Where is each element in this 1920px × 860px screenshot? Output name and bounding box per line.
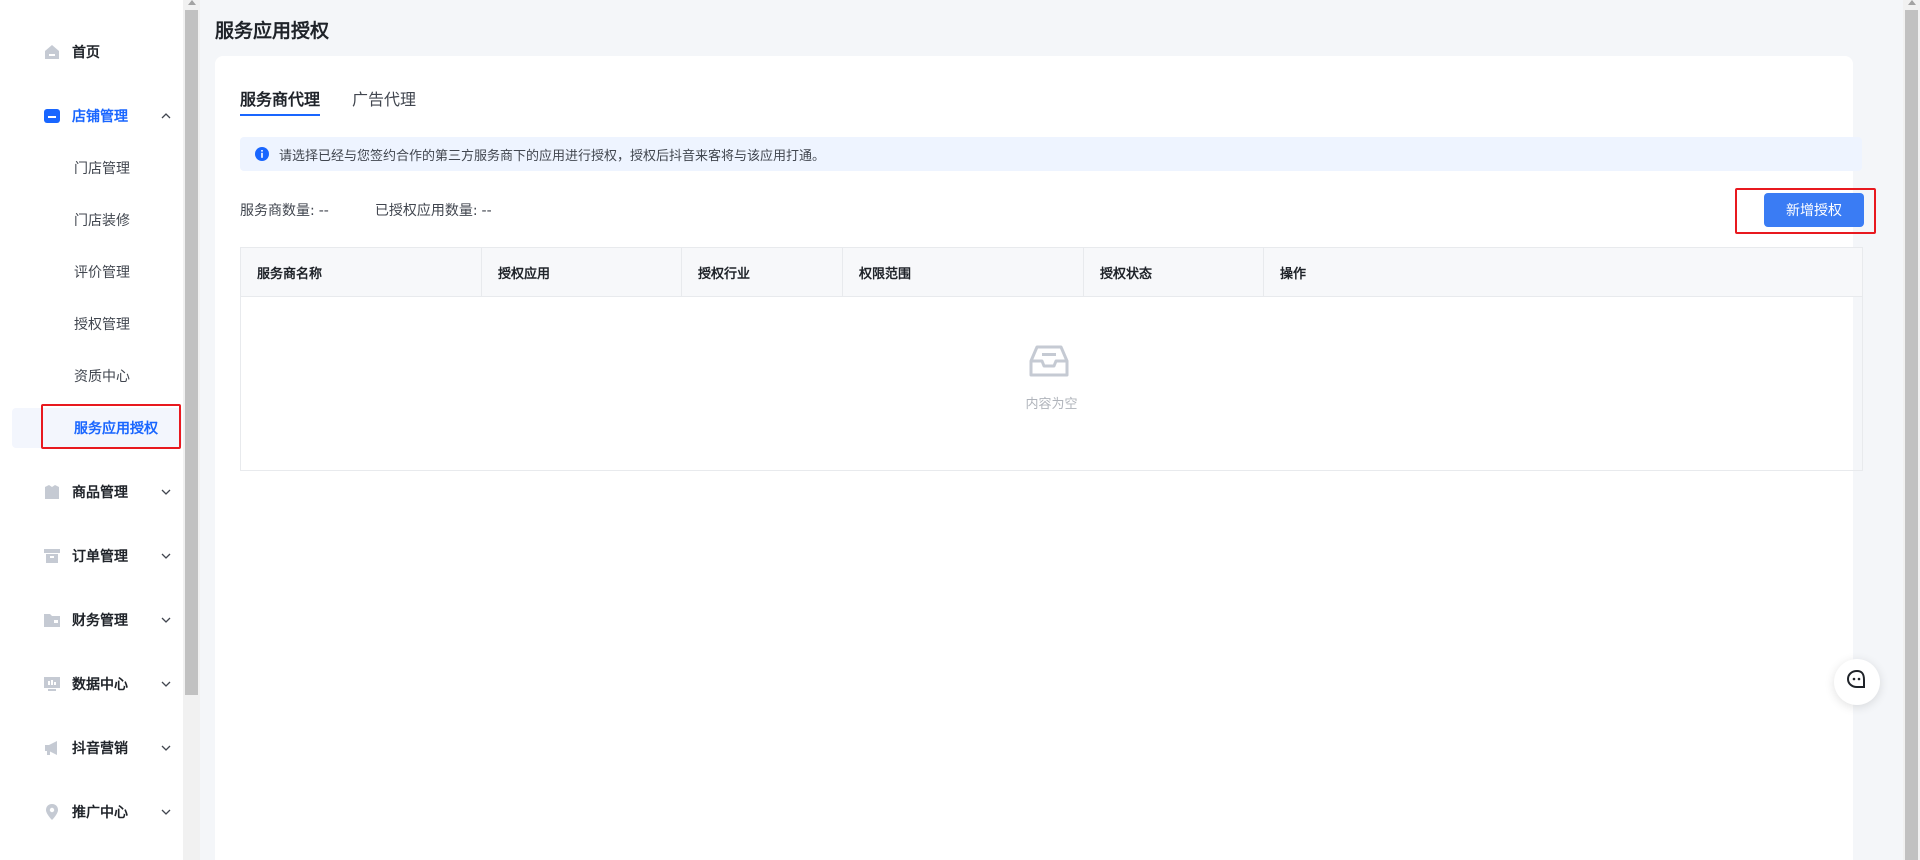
column-header-actions: 操作 bbox=[1280, 266, 1307, 282]
location-icon bbox=[42, 802, 62, 822]
chevron-down-icon bbox=[158, 612, 174, 628]
highlight-box-sidebar bbox=[41, 404, 181, 449]
table-empty-state: 内容为空 bbox=[241, 297, 1862, 471]
data-icon bbox=[42, 674, 62, 694]
stats-row: 服务商数量: -- 已授权应用数量: -- bbox=[240, 200, 538, 220]
table-header: 服务商名称 授权应用 授权行业 权限范围 授权状态 操作 bbox=[241, 248, 1862, 297]
authorized-app-count-value: -- bbox=[481, 203, 492, 219]
column-header-provider-name: 服务商名称 bbox=[241, 248, 482, 296]
tab-service-provider-agent[interactable]: 服务商代理 bbox=[240, 86, 321, 116]
megaphone-icon bbox=[42, 738, 62, 758]
tab-ad-agent[interactable]: 广告代理 bbox=[352, 86, 416, 116]
sidebar-item-goods-management[interactable]: 商品管理 bbox=[12, 472, 182, 512]
highlight-box-add-button bbox=[1735, 188, 1876, 234]
sidebar-subitem-label: 门店装修 bbox=[74, 213, 130, 229]
sidebar-item-order-management[interactable]: 订单管理 bbox=[12, 536, 182, 576]
sidebar-item-store-decoration[interactable]: 门店装修 bbox=[12, 200, 182, 240]
sidebar-subitem-label: 资质中心 bbox=[74, 369, 130, 385]
sidebar-item-label: 推广中心 bbox=[72, 805, 128, 821]
sidebar-item-home[interactable]: 首页 bbox=[12, 32, 182, 72]
info-icon bbox=[255, 147, 269, 161]
sidebar-item-label: 店铺管理 bbox=[72, 109, 128, 125]
chevron-down-icon bbox=[158, 484, 174, 500]
sidebar-item-store-list[interactable]: 门店管理 bbox=[12, 148, 182, 188]
sidebar-item-review-management[interactable]: 评价管理 bbox=[12, 252, 182, 292]
chevron-down-icon bbox=[158, 548, 174, 564]
sidebar-subitem-label: 门店管理 bbox=[74, 161, 130, 177]
chevron-up-icon bbox=[158, 108, 174, 124]
goods-icon bbox=[42, 482, 62, 502]
sidebar-item-label: 订单管理 bbox=[72, 549, 128, 565]
sidebar: 首页 店铺管理 门店管理 门店装修 评价管理 授权管理 资质中心 服务应用授权 … bbox=[0, 0, 183, 860]
chevron-down-icon bbox=[158, 676, 174, 692]
finance-icon bbox=[42, 610, 62, 630]
sidebar-item-label: 数据中心 bbox=[72, 677, 128, 693]
authorized-app-count-label: 已授权应用数量: bbox=[374, 203, 478, 219]
sidebar-item-auth-management[interactable]: 授权管理 bbox=[12, 304, 182, 344]
sidebar-item-store-management[interactable]: 店铺管理 bbox=[12, 96, 182, 136]
alert-text: 请选择已经与您签约合作的第三方服务商下的应用进行授权，授权后抖音来客将与该应用打… bbox=[279, 148, 826, 164]
chevron-down-icon bbox=[158, 804, 174, 820]
sidebar-subitem-label: 授权管理 bbox=[74, 317, 130, 333]
order-icon bbox=[42, 546, 62, 566]
page-scrollbar-thumb[interactable] bbox=[1905, 10, 1918, 860]
customer-service-button[interactable] bbox=[1834, 659, 1880, 705]
scroll-up-arrow-icon[interactable] bbox=[188, 0, 196, 5]
content-card: 服务商代理 广告代理 请选择已经与您签约合作的第三方服务商下的应用进行授权，授权… bbox=[215, 56, 1876, 860]
sidebar-item-promotion-center[interactable]: 推广中心 bbox=[12, 792, 182, 832]
store-icon bbox=[42, 106, 62, 126]
column-header-auth-status: 授权状态 bbox=[1084, 248, 1264, 296]
page-title: 服务应用授权 bbox=[215, 20, 330, 42]
sidebar-item-douyin-marketing[interactable]: 抖音营销 bbox=[12, 728, 182, 768]
provider-count-value: -- bbox=[318, 203, 329, 219]
sidebar-scrollbar[interactable] bbox=[183, 0, 200, 860]
authorization-table: 服务商名称 授权应用 授权行业 权限范围 授权状态 操作 内容为空 bbox=[240, 247, 1863, 471]
empty-text: 内容为空 bbox=[1025, 397, 1078, 412]
sidebar-item-finance-management[interactable]: 财务管理 bbox=[12, 600, 182, 640]
chat-bubble-icon bbox=[1845, 668, 1869, 696]
chevron-down-icon bbox=[158, 740, 174, 756]
column-header-authorized-app: 授权应用 bbox=[482, 248, 682, 296]
authorized-app-count: 已授权应用数量: -- bbox=[375, 200, 492, 220]
sidebar-item-data-center[interactable]: 数据中心 bbox=[12, 664, 182, 704]
empty-inbox-icon bbox=[1029, 343, 1069, 379]
sidebar-subitem-label: 评价管理 bbox=[74, 265, 130, 281]
provider-count-label: 服务商数量: bbox=[240, 203, 315, 219]
sidebar-scrollbar-thumb[interactable] bbox=[185, 10, 198, 695]
sidebar-item-label: 财务管理 bbox=[72, 613, 128, 629]
column-header-authorized-industry: 授权行业 bbox=[682, 248, 843, 296]
tab-bar: 服务商代理 广告代理 bbox=[240, 86, 448, 116]
provider-count: 服务商数量: -- bbox=[240, 200, 329, 220]
sidebar-item-label: 抖音营销 bbox=[72, 741, 128, 757]
sidebar-item-label: 首页 bbox=[72, 45, 100, 61]
page-scrollbar[interactable] bbox=[1903, 0, 1920, 860]
info-alert: 请选择已经与您签约合作的第三方服务商下的应用进行授权，授权后抖音来客将与该应用打… bbox=[240, 137, 1862, 171]
scroll-up-arrow-icon[interactable] bbox=[1908, 0, 1916, 5]
home-icon bbox=[42, 42, 62, 62]
sidebar-item-label: 商品管理 bbox=[72, 485, 128, 501]
sidebar-item-qualification-center[interactable]: 资质中心 bbox=[12, 356, 182, 396]
column-header-permission-scope: 权限范围 bbox=[843, 248, 1084, 296]
